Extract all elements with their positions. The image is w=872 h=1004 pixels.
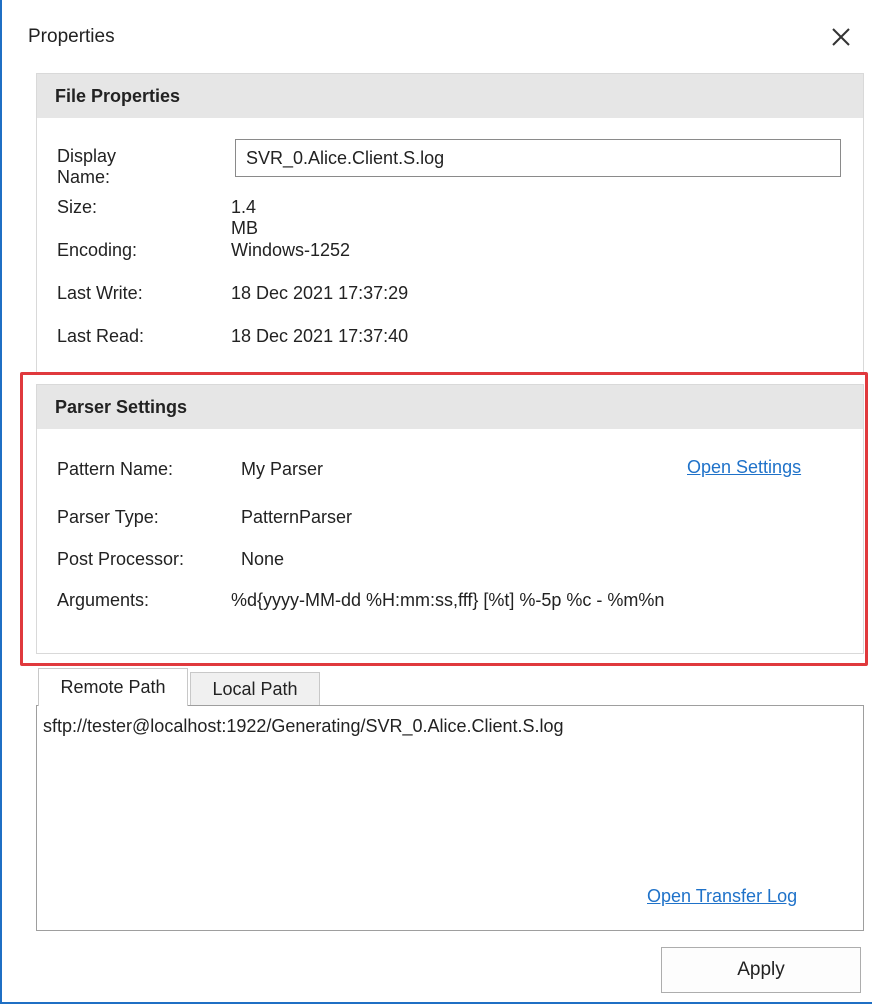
post-processor-label: Post Processor: [57, 549, 185, 569]
file-properties-panel: File Properties Display Name: Size: 1.4 … [36, 73, 864, 373]
parser-type-label: Parser Type: [57, 507, 159, 527]
dialog-title: Properties [28, 26, 115, 47]
parser-settings-header: Parser Settings [37, 385, 863, 429]
apply-button[interactable]: Apply [661, 947, 861, 993]
last-write-label: Last Write: [57, 283, 143, 303]
size-value: 1.4 MB [231, 197, 258, 238]
display-name-label: Display Name: [57, 146, 117, 187]
remote-path-content: sftp://tester@localhost:1922/Generating/… [36, 705, 864, 931]
encoding-value: Windows-1252 [231, 240, 351, 260]
tab-remote-path[interactable]: Remote Path [38, 668, 188, 706]
last-read-value: 18 Dec 2021 17:37:40 [231, 326, 409, 346]
close-button[interactable] [826, 22, 856, 52]
remote-path-text[interactable]: sftp://tester@localhost:1922/Generating/… [43, 716, 564, 737]
tab-local-path[interactable]: Local Path [190, 672, 320, 706]
open-transfer-log-link[interactable]: Open Transfer Log [647, 886, 797, 907]
last-read-label: Last Read: [57, 326, 145, 346]
size-label: Size: [57, 197, 98, 217]
file-properties-header: File Properties [37, 74, 863, 118]
post-processor-value: None [241, 549, 285, 569]
pattern-name-value: My Parser [241, 459, 324, 479]
parser-type-value: PatternParser [241, 507, 353, 527]
arguments-label: Arguments: [57, 590, 150, 610]
arguments-value: %d{yyyy-MM-dd %H:mm:ss,fff} [%t] %-5p %c… [231, 590, 665, 610]
pattern-name-label: Pattern Name: [57, 459, 174, 479]
open-settings-link[interactable]: Open Settings [687, 457, 801, 478]
properties-dialog: Properties File Properties Display Name:… [0, 0, 872, 1004]
parser-settings-panel: Parser Settings Pattern Name: My Parser … [36, 384, 864, 654]
encoding-label: Encoding: [57, 240, 138, 260]
close-icon [832, 28, 850, 46]
display-name-field[interactable] [235, 139, 841, 177]
last-write-value: 18 Dec 2021 17:37:29 [231, 283, 409, 303]
